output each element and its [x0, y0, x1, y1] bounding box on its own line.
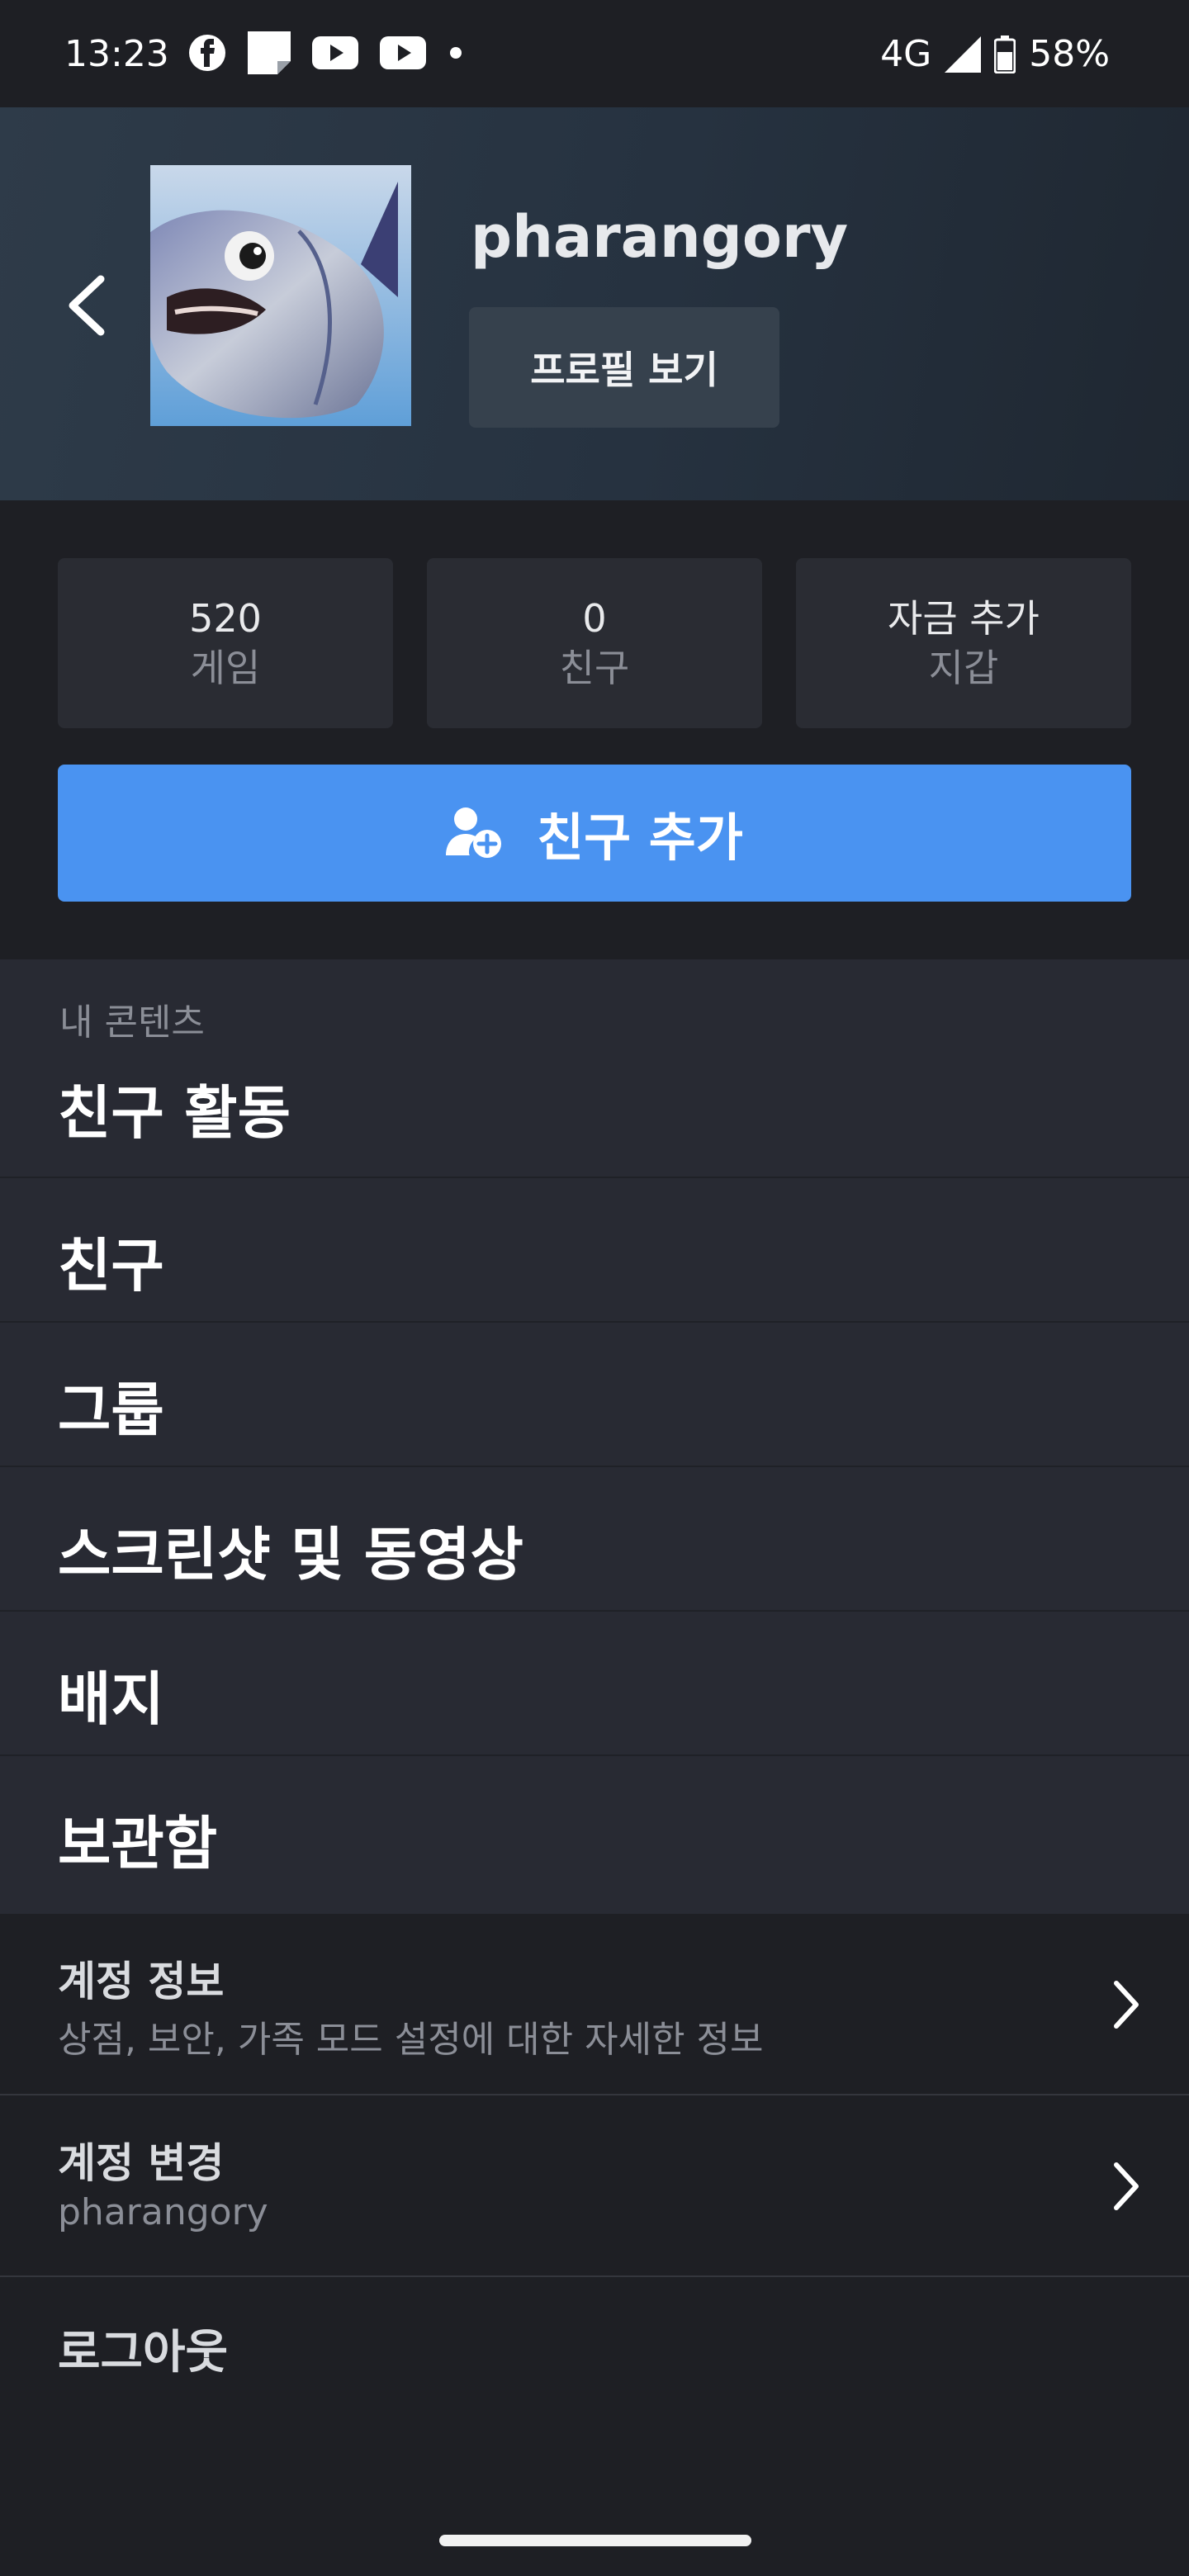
profile-header: pharangory 프로필 보기 — [0, 107, 1189, 500]
status-bar: 13:23 4G 58% — [0, 0, 1189, 107]
view-profile-button[interactable]: 프로필 보기 — [469, 307, 779, 428]
wallet-label: 지갑 — [928, 646, 999, 690]
menu-item-label: 스크린샷 및 동영상 — [58, 1521, 523, 1589]
add-friend-label: 친구 추가 — [537, 807, 743, 868]
my-content-section: 내 콘텐츠 친구 활동 친구 그룹 스크린샷 및 동영상 배지 보관함 — [0, 959, 1189, 1914]
youtube-icon — [312, 36, 358, 69]
switch-account-title: 계정 변경 — [58, 2139, 225, 2187]
logout-button[interactable]: 로그아웃 — [58, 2315, 228, 2382]
menu-item-inventory[interactable]: 보관함 — [0, 1756, 1189, 1901]
account-info-title: 계정 정보 — [58, 1958, 225, 2005]
back-button[interactable] — [58, 264, 116, 347]
add-friend-button[interactable]: 친구 추가 — [58, 765, 1131, 902]
friends-count: 0 — [582, 596, 607, 641]
facebook-icon — [189, 35, 225, 71]
youtube-icon — [380, 36, 426, 69]
home-indicator[interactable] — [439, 2535, 751, 2546]
wallet-stat[interactable]: 자금 추가 지갑 — [796, 558, 1131, 728]
add-funds-label: 자금 추가 — [888, 596, 1040, 641]
network-label: 4G — [880, 33, 932, 75]
status-time: 13:23 — [64, 33, 169, 75]
signal-icon — [945, 36, 982, 73]
friends-label: 친구 — [559, 646, 630, 690]
menu-item-screenshots-videos[interactable]: 스크린샷 및 동영상 — [0, 1467, 1189, 1612]
menu-item-label: 그룹 — [58, 1376, 164, 1444]
menu-item-friends[interactable]: 친구 — [0, 1178, 1189, 1323]
battery-percent: 58% — [1029, 33, 1110, 75]
chevron-right-icon — [1114, 2162, 1139, 2210]
notification-icons — [188, 31, 464, 74]
avatar[interactable] — [150, 165, 411, 426]
menu-item-label: 친구 활동 — [58, 1079, 291, 1147]
note-icon — [248, 31, 291, 74]
menu-item-friend-activity[interactable]: 친구 활동 — [0, 1034, 1189, 1178]
chevron-right-icon — [1114, 1981, 1139, 2029]
account-info-subtitle: 상점, 보안, 가족 모드 설정에 대한 자세한 정보 — [58, 2019, 764, 2061]
stats-row: 520 게임 0 친구 자금 추가 지갑 — [58, 558, 1131, 728]
switch-account-row[interactable]: 계정 변경 pharangory — [0, 2095, 1189, 2277]
menu-item-badges[interactable]: 배지 — [0, 1612, 1189, 1756]
username: pharangory — [471, 203, 849, 271]
menu-item-label: 배지 — [58, 1665, 164, 1733]
add-user-icon — [446, 807, 502, 858]
account-info-row[interactable]: 계정 정보 상점, 보안, 가족 모드 설정에 대한 자세한 정보 — [0, 1914, 1189, 2095]
friends-stat[interactable]: 0 친구 — [427, 558, 762, 728]
avatar-fish-image — [150, 165, 411, 426]
switch-account-subtitle: pharangory — [58, 2191, 268, 2233]
menu-item-label: 보관함 — [58, 1810, 218, 1878]
status-right: 4G 58% — [880, 33, 1110, 75]
games-stat[interactable]: 520 게임 — [58, 558, 393, 728]
dot-icon — [450, 47, 462, 59]
battery-icon — [994, 35, 1016, 73]
menu-item-groups[interactable]: 그룹 — [0, 1323, 1189, 1467]
games-label: 게임 — [190, 646, 261, 690]
menu-item-label: 친구 — [58, 1232, 164, 1300]
games-count: 520 — [189, 596, 262, 641]
